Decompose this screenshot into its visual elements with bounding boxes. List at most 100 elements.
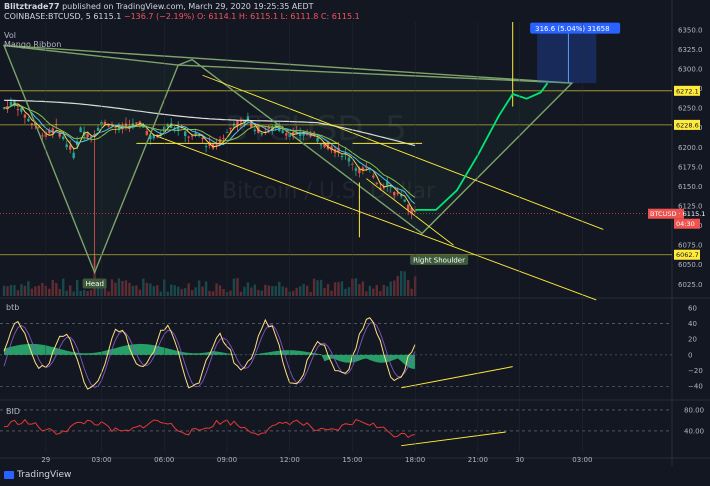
volume-bar bbox=[264, 284, 267, 296]
price-tick-label: 6025.0 bbox=[678, 281, 703, 289]
volume-bar bbox=[337, 282, 340, 296]
candle-body bbox=[281, 130, 284, 134]
volume-bar bbox=[278, 281, 281, 296]
candle-body bbox=[27, 118, 30, 122]
volume-bar bbox=[361, 281, 365, 296]
btb-tick-label: −20 bbox=[688, 367, 703, 375]
indicator-vol-label[interactable]: Vol bbox=[4, 31, 16, 40]
bid-pane-label[interactable]: BID bbox=[6, 407, 20, 416]
bid-tick-label: 40.00 bbox=[684, 427, 704, 435]
volume-bar bbox=[326, 284, 330, 296]
time-tick-label: 15:00 bbox=[342, 456, 362, 464]
volume-bar bbox=[72, 291, 75, 296]
volume-bar bbox=[121, 280, 124, 296]
bid-divergence-line bbox=[401, 431, 506, 447]
volume-bar bbox=[16, 290, 20, 296]
volume-bar bbox=[27, 281, 30, 296]
volume-bar bbox=[135, 285, 138, 296]
volume-bar bbox=[41, 282, 44, 296]
volume-bar bbox=[406, 280, 410, 296]
volume-bar bbox=[69, 285, 72, 296]
volume-bar bbox=[173, 285, 176, 296]
volume-bar bbox=[145, 282, 149, 296]
volume-bar bbox=[180, 289, 183, 296]
btb-tick-label: 0 bbox=[688, 351, 692, 359]
volume-bar bbox=[218, 285, 222, 296]
measure-box bbox=[537, 28, 597, 84]
candle-body bbox=[229, 127, 232, 129]
volume-bar bbox=[309, 291, 312, 296]
time-tick-label: 03:00 bbox=[572, 456, 592, 464]
right-shoulder-label: Right Shoulder bbox=[413, 256, 465, 264]
volume-bar bbox=[250, 287, 253, 296]
btb-pane-label[interactable]: btb bbox=[6, 303, 19, 312]
volume-bar bbox=[138, 289, 142, 296]
volume-bar bbox=[211, 291, 215, 296]
volume-bar bbox=[330, 290, 333, 296]
volume-bar bbox=[13, 285, 16, 296]
btb-tick-label: 20 bbox=[688, 336, 697, 344]
volume-bar bbox=[75, 279, 79, 296]
volume-bar bbox=[177, 286, 180, 296]
tradingview-logo[interactable]: TradingView bbox=[4, 470, 71, 480]
volume-bar bbox=[253, 284, 257, 296]
volume-bar bbox=[260, 290, 264, 296]
candle-body bbox=[201, 137, 204, 140]
symbol-name[interactable]: COINBASE:BTCUSD, 5 bbox=[4, 12, 91, 21]
price-badge-label: 6228.6 bbox=[676, 121, 699, 129]
volume-bar bbox=[131, 285, 135, 296]
time-tick-label: 12:00 bbox=[280, 456, 300, 464]
candle-body bbox=[9, 101, 13, 106]
volume-bar bbox=[65, 290, 68, 296]
candle-body bbox=[190, 135, 194, 137]
time-tick-label: 29 bbox=[41, 456, 50, 464]
symbol-line: COINBASE:BTCUSD, 5 6115.1 −136.7 (−2.19%… bbox=[4, 12, 360, 21]
price-badge-label: 04:30 bbox=[676, 220, 695, 228]
volume-bar bbox=[183, 288, 187, 296]
chart-canvas[interactable]: BTCUSD, 5Bitcoin / U.S. Dollar6350.06325… bbox=[0, 0, 710, 486]
volume-bar bbox=[319, 279, 323, 296]
volume-bar bbox=[187, 283, 190, 296]
price-tick-label: 6300.0 bbox=[678, 65, 703, 73]
volume-bar bbox=[232, 278, 236, 296]
volume-bar bbox=[291, 290, 295, 296]
volume-bar bbox=[86, 291, 89, 296]
volume-bar bbox=[9, 285, 13, 296]
publisher-line: Blitztrade77 published on TradingView.co… bbox=[4, 2, 313, 11]
volume-bar bbox=[410, 288, 413, 296]
candle-body bbox=[215, 144, 218, 146]
indicator-ribbon-label[interactable]: Mango Ribbon bbox=[4, 40, 61, 49]
volume-bar bbox=[312, 278, 316, 296]
volume-bar bbox=[48, 288, 51, 296]
volume-bar bbox=[229, 290, 232, 296]
author-name[interactable]: Blitztrade77 bbox=[4, 2, 60, 11]
volume-bar bbox=[79, 290, 82, 296]
candle-body bbox=[30, 123, 34, 125]
volume-bar bbox=[354, 278, 358, 296]
volume-bar bbox=[239, 291, 243, 296]
volume-bar bbox=[403, 271, 406, 296]
candle-body bbox=[204, 146, 208, 148]
volume-bar bbox=[82, 289, 86, 296]
volume-bar bbox=[23, 285, 27, 296]
volume-bar bbox=[323, 287, 326, 296]
volume-bar bbox=[344, 288, 347, 296]
volume-bar bbox=[156, 285, 159, 296]
btb-tick-label: 40 bbox=[688, 320, 697, 328]
head-label: Head bbox=[86, 280, 104, 288]
volume-bar bbox=[201, 286, 204, 296]
volume-bar bbox=[128, 282, 131, 296]
volume-bar bbox=[89, 290, 93, 296]
price-badge-label: 6272.1 bbox=[676, 87, 699, 95]
volume-bar bbox=[389, 281, 392, 296]
candle-body bbox=[239, 121, 243, 123]
volume-bar bbox=[222, 288, 225, 296]
volume-bar bbox=[159, 291, 162, 296]
volume-bar bbox=[340, 281, 344, 296]
volume-bar bbox=[368, 285, 372, 296]
volume-bar bbox=[55, 283, 58, 296]
price-tick-label: 6250.0 bbox=[678, 105, 703, 113]
candle-body bbox=[23, 114, 27, 118]
volume-bar bbox=[400, 271, 403, 296]
price-tick-label: 6075.0 bbox=[678, 242, 703, 250]
